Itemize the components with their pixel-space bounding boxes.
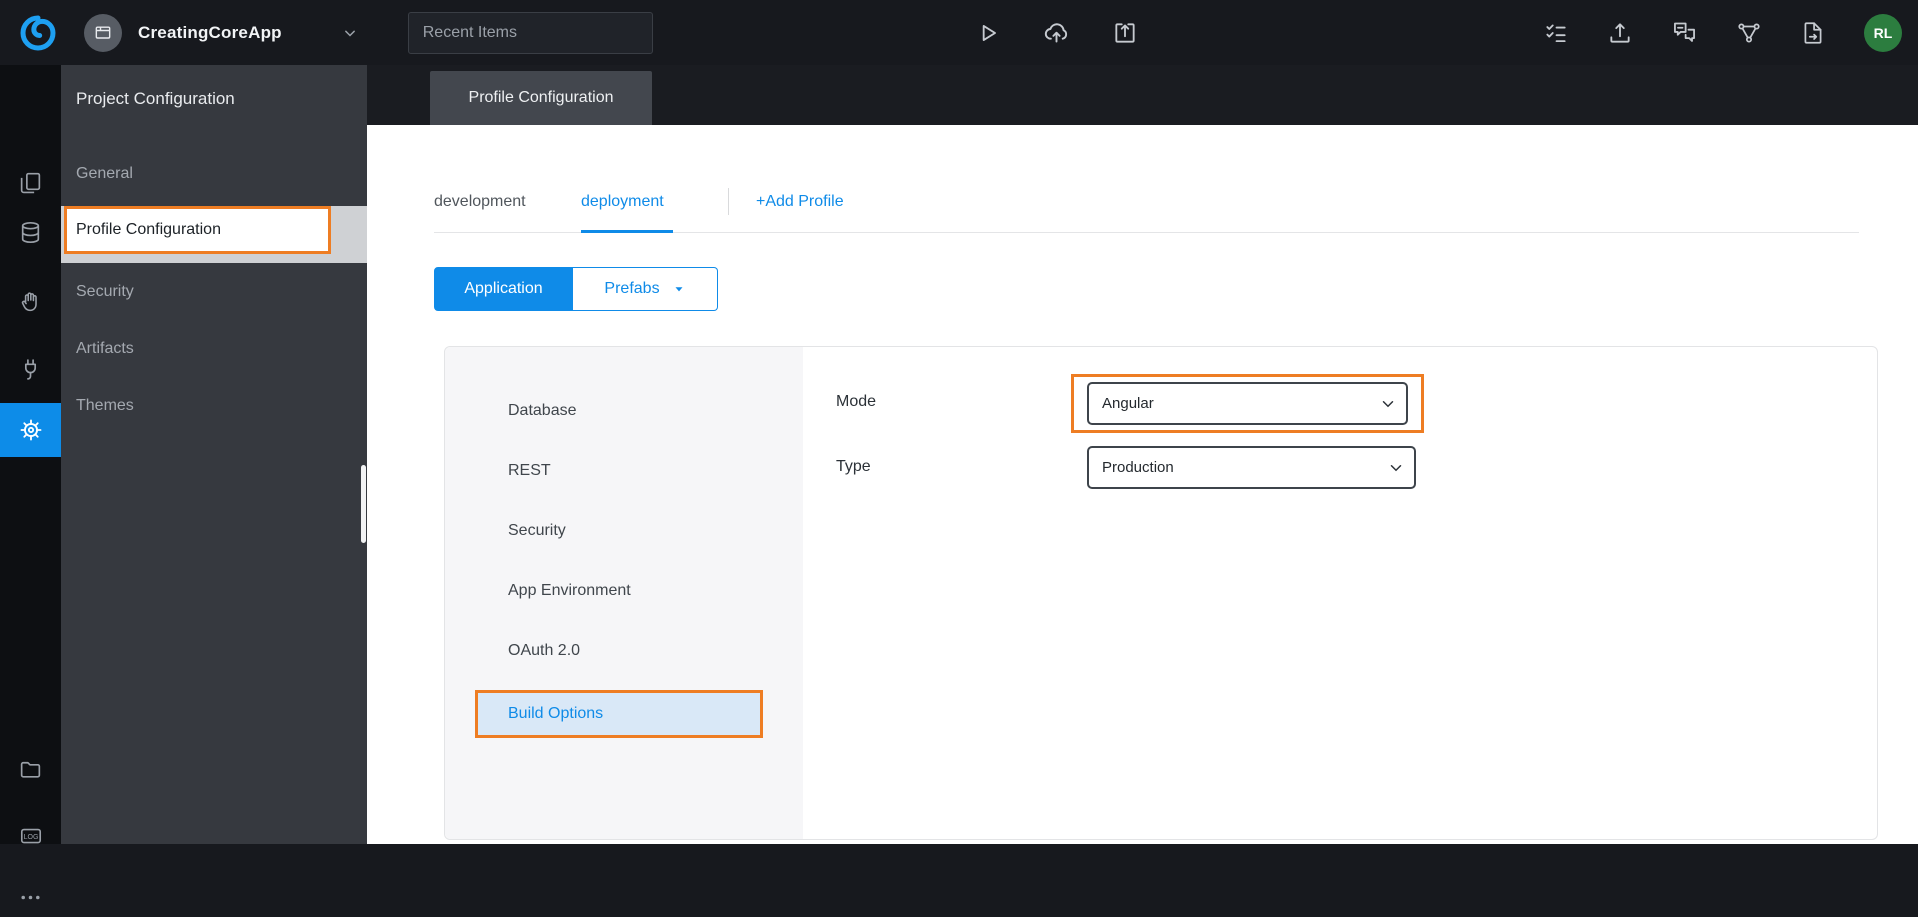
prefabs-chevron-icon bbox=[675, 287, 683, 292]
chevron-down-icon[interactable] bbox=[340, 23, 360, 43]
database-icon[interactable] bbox=[0, 212, 61, 252]
add-profile-button[interactable]: +Add Profile bbox=[756, 187, 844, 217]
build-options-highlight[interactable]: Build Options bbox=[475, 690, 763, 738]
mode-select-highlight: Angular bbox=[1071, 374, 1424, 433]
hand-services-icon[interactable] bbox=[0, 281, 61, 321]
avatar[interactable]: RL bbox=[1864, 13, 1902, 52]
application-button[interactable]: Application bbox=[434, 267, 573, 311]
chevron-down-icon bbox=[1379, 395, 1397, 413]
header-run-actions bbox=[975, 0, 1138, 65]
recent-items-input[interactable] bbox=[407, 11, 653, 54]
editor-tabstrip: Profile Configuration bbox=[367, 65, 1918, 125]
type-select[interactable]: Production bbox=[1087, 446, 1416, 489]
sidebar-item-profile-configuration[interactable]: Profile Configuration bbox=[61, 206, 367, 263]
profile-tab-deployment[interactable]: deployment bbox=[581, 187, 664, 217]
mode-label: Mode bbox=[836, 393, 877, 410]
subnav-item-oauth[interactable]: OAuth 2.0 bbox=[445, 621, 803, 681]
subnav-item-build-options[interactable]: Build Options bbox=[445, 681, 803, 741]
network-branch-icon[interactable] bbox=[1736, 20, 1762, 46]
sidebar-list: General Profile Configuration Security A… bbox=[61, 145, 367, 434]
sidebar-item-themes[interactable]: Themes bbox=[61, 377, 367, 434]
sidebar-item-security[interactable]: Security bbox=[61, 263, 367, 320]
subnav-item-app-environment[interactable]: App Environment bbox=[445, 561, 803, 621]
mode-select-value: Angular bbox=[1102, 395, 1154, 412]
app-name[interactable]: CreatingCoreApp bbox=[138, 23, 282, 43]
tab-profile-configuration[interactable]: Profile Configuration bbox=[430, 71, 652, 125]
type-label: Type bbox=[836, 458, 871, 475]
more-options-icon[interactable] bbox=[0, 877, 61, 917]
project-icon[interactable] bbox=[84, 13, 122, 52]
subnav-item-database[interactable]: Database bbox=[445, 381, 803, 441]
subnav-item-security[interactable]: Security bbox=[445, 501, 803, 561]
type-select-value: Production bbox=[1102, 459, 1174, 476]
publish-icon[interactable] bbox=[1607, 20, 1633, 46]
pages-icon[interactable] bbox=[0, 162, 61, 202]
run-icon[interactable] bbox=[975, 20, 1001, 46]
settings-card: Database REST Security App Environment O… bbox=[444, 346, 1878, 840]
prefabs-button[interactable]: Prefabs bbox=[573, 267, 718, 311]
deploy-cloud-icon[interactable] bbox=[1043, 19, 1070, 46]
tab-separator bbox=[728, 188, 729, 215]
prefabs-button-label: Prefabs bbox=[604, 280, 660, 297]
wavemaker-logo-icon[interactable] bbox=[18, 13, 58, 53]
checklist-icon[interactable] bbox=[1543, 20, 1569, 46]
file-export-icon[interactable] bbox=[1800, 20, 1826, 46]
folder-icon[interactable] bbox=[0, 749, 61, 789]
main-content: development deployment +Add Profile Appl… bbox=[367, 125, 1918, 844]
top-header: CreatingCoreApp Recent Items RL bbox=[0, 0, 1918, 65]
subnav-item-rest[interactable]: REST bbox=[445, 441, 803, 501]
sidebar-item-general[interactable]: General bbox=[61, 145, 367, 202]
sidebar-item-artifacts[interactable]: Artifacts bbox=[61, 320, 367, 377]
logs-icon[interactable]: LOG bbox=[0, 816, 61, 856]
export-app-icon[interactable] bbox=[1112, 20, 1138, 46]
profile-tab-development[interactable]: development bbox=[434, 187, 526, 217]
translate-chat-icon[interactable] bbox=[1671, 19, 1698, 46]
settings-subnav: Database REST Security App Environment O… bbox=[445, 347, 803, 839]
project-config-sidebar: Project Configuration General Profile Co… bbox=[61, 65, 367, 844]
logs-icon-label: LOG bbox=[23, 834, 38, 841]
mode-select[interactable]: Angular bbox=[1087, 382, 1408, 425]
active-tab-underline bbox=[581, 230, 673, 233]
sidebar-item-highlight[interactable]: Profile Configuration bbox=[64, 206, 331, 254]
left-icon-rail: LOG bbox=[0, 65, 61, 899]
api-plug-icon[interactable] bbox=[0, 349, 61, 389]
scope-toggle: Application Prefabs bbox=[434, 267, 718, 311]
settings-gear-icon[interactable] bbox=[0, 403, 61, 457]
header-tools: RL bbox=[1543, 0, 1902, 65]
sidebar-title: Project Configuration bbox=[76, 89, 235, 108]
chevron-down-icon bbox=[1387, 459, 1405, 477]
sidebar-scrollbar[interactable] bbox=[361, 465, 366, 543]
